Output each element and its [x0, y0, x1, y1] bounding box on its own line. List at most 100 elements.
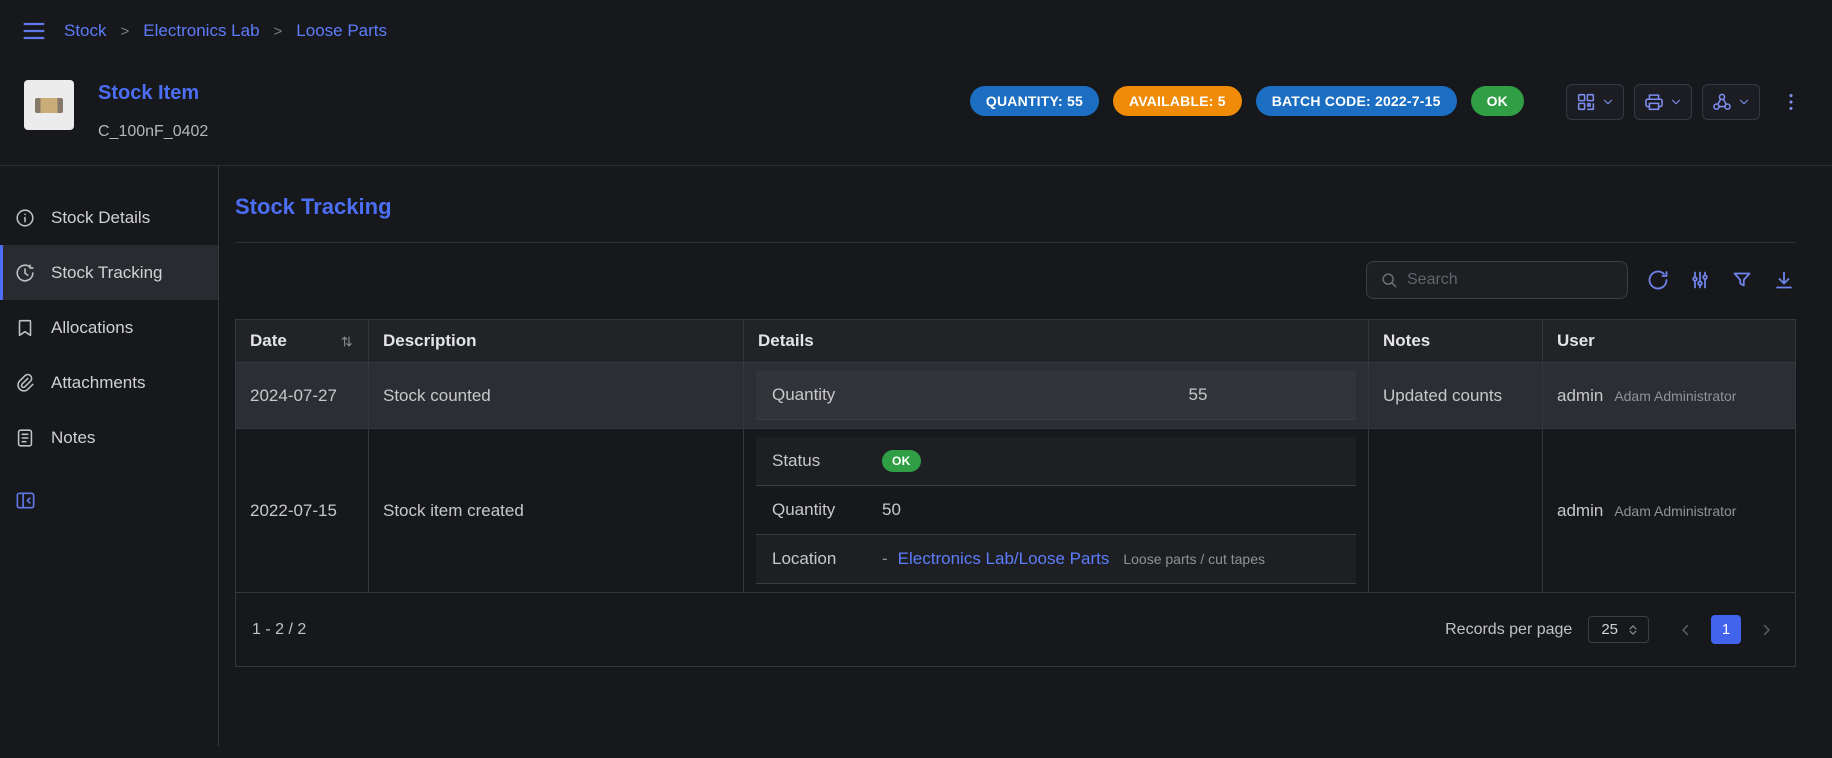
- available-badge: AVAILABLE: 5: [1113, 86, 1242, 116]
- main-panel: Stock Tracking: [219, 166, 1832, 746]
- table-row: 2024-07-27 Stock counted Quantity 55 Upd…: [236, 363, 1795, 429]
- bookmark-icon: [14, 317, 36, 339]
- chevron-down-icon: [1601, 95, 1615, 109]
- batch-code-badge: BATCH CODE: 2022-7-15: [1256, 86, 1457, 116]
- sidebar-item-label: Stock Tracking: [51, 263, 163, 283]
- breadcrumb-link-loose-parts[interactable]: Loose Parts: [296, 21, 387, 41]
- column-label: Description: [383, 331, 477, 351]
- search-input[interactable]: [1407, 271, 1615, 289]
- sidebar-collapse-button[interactable]: [0, 473, 218, 528]
- detail-row-quantity: Quantity 50: [756, 486, 1356, 535]
- stock-item-thumbnail[interactable]: [24, 80, 74, 130]
- table-footer: 1 - 2 / 2 Records per page 25 1: [236, 593, 1795, 666]
- detail-value: 50: [882, 500, 901, 520]
- column-label: Date: [250, 331, 287, 351]
- refresh-icon[interactable]: [1646, 268, 1670, 292]
- content: Stock Details Stock Tracking Allocations…: [0, 166, 1832, 746]
- next-page-icon[interactable]: [1753, 617, 1779, 643]
- location-link[interactable]: Electronics Lab/Loose Parts: [898, 549, 1110, 569]
- table-header-row: Date Description Details Notes User: [236, 320, 1795, 363]
- column-header-description[interactable]: Description: [369, 320, 744, 362]
- search-box: [1366, 261, 1628, 299]
- column-label: Notes: [1383, 331, 1430, 351]
- location-description: Loose parts / cut tapes: [1123, 551, 1265, 567]
- previous-page-icon[interactable]: [1673, 617, 1699, 643]
- page-header: Stock Item C_100nF_0402 QUANTITY: 55 AVA…: [0, 62, 1832, 166]
- page-title: Stock Item: [98, 82, 208, 105]
- panel-title: Stock Tracking: [235, 194, 1796, 220]
- barcode-actions-button[interactable]: [1566, 84, 1624, 120]
- records-per-page-label: Records per page: [1445, 621, 1572, 639]
- column-label: Details: [758, 331, 814, 351]
- cell-date: 2022-07-15: [236, 429, 369, 592]
- cell-user: admin Adam Administrator: [1543, 363, 1795, 428]
- detail-label: Status: [772, 451, 882, 471]
- page-number-button[interactable]: 1: [1711, 615, 1741, 644]
- details-subtable: Status OK Quantity 50 Location - Electro…: [756, 437, 1356, 584]
- topbar: Stock > Electronics Lab > Loose Parts: [0, 0, 1832, 62]
- notes-icon: [14, 427, 36, 449]
- record-range: 1 - 2 / 2: [252, 621, 306, 639]
- records-per-page-select[interactable]: 25: [1588, 616, 1649, 643]
- breadcrumb-separator: >: [274, 23, 283, 40]
- column-header-date[interactable]: Date: [236, 320, 369, 362]
- records-per-page-value: 25: [1601, 621, 1618, 638]
- sidebar-item-label: Notes: [51, 428, 95, 448]
- breadcrumb-separator: >: [121, 23, 130, 40]
- sort-arrows-icon: [339, 334, 354, 349]
- sidebar-item-stock-details[interactable]: Stock Details: [0, 190, 218, 245]
- status-ok-badge: OK: [1471, 86, 1524, 116]
- filter-icon[interactable]: [1730, 268, 1754, 292]
- location-prefix: -: [882, 549, 888, 569]
- table-row: 2022-07-15 Stock item created Status OK …: [236, 429, 1795, 593]
- column-header-details[interactable]: Details: [744, 320, 1369, 362]
- cell-details: Quantity 55: [744, 363, 1369, 428]
- printer-icon: [1643, 91, 1665, 113]
- detail-label: Quantity: [772, 385, 1056, 405]
- details-subtable: Quantity 55: [756, 371, 1356, 420]
- sidebar-item-allocations[interactable]: Allocations: [0, 300, 218, 355]
- table-toolbar: [235, 261, 1796, 299]
- chevron-down-icon: [1669, 95, 1683, 109]
- stock-tracking-table: Date Description Details Notes User: [235, 319, 1796, 667]
- breadcrumb-link-electronics-lab[interactable]: Electronics Lab: [143, 21, 259, 41]
- header-actions: [1566, 84, 1806, 120]
- chevron-down-icon: [1737, 95, 1751, 109]
- download-icon[interactable]: [1772, 268, 1796, 292]
- sidebar-item-label: Stock Details: [51, 208, 150, 228]
- status-ok-badge: OK: [882, 450, 921, 472]
- sidebar-item-stock-tracking[interactable]: Stock Tracking: [0, 245, 218, 300]
- sidebar: Stock Details Stock Tracking Allocations…: [0, 166, 219, 746]
- username: admin: [1557, 386, 1603, 406]
- detail-label: Quantity: [772, 500, 882, 520]
- print-actions-button[interactable]: [1634, 84, 1692, 120]
- quantity-badge: QUANTITY: 55: [970, 86, 1099, 116]
- stock-item-name: C_100nF_0402: [98, 123, 208, 141]
- search-icon: [1379, 270, 1399, 290]
- sidebar-item-label: Attachments: [51, 373, 146, 393]
- breadcrumb: Stock > Electronics Lab > Loose Parts: [64, 21, 387, 41]
- hamburger-menu-icon[interactable]: [20, 17, 48, 45]
- capacitor-image: [35, 98, 63, 113]
- column-header-user[interactable]: User: [1543, 320, 1795, 362]
- sidebar-item-notes[interactable]: Notes: [0, 410, 218, 465]
- cell-details: Status OK Quantity 50 Location - Electro…: [744, 429, 1369, 592]
- panel-divider: [235, 242, 1796, 243]
- column-label: User: [1557, 331, 1595, 351]
- sidebar-item-attachments[interactable]: Attachments: [0, 355, 218, 410]
- selector-icon: [1626, 623, 1640, 637]
- status-badges: QUANTITY: 55 AVAILABLE: 5 BATCH CODE: 20…: [970, 86, 1524, 116]
- detail-row-quantity: Quantity 55: [756, 371, 1356, 420]
- plugin-actions-button[interactable]: [1702, 84, 1760, 120]
- cell-notes: Updated counts: [1369, 363, 1543, 428]
- adjustments-icon[interactable]: [1688, 268, 1712, 292]
- sidebar-item-label: Allocations: [51, 318, 133, 338]
- cell-date: 2024-07-27: [236, 363, 369, 428]
- paperclip-icon: [14, 372, 36, 394]
- column-header-notes[interactable]: Notes: [1369, 320, 1543, 362]
- breadcrumb-link-stock[interactable]: Stock: [64, 21, 107, 41]
- info-circle-icon: [14, 207, 36, 229]
- more-options-icon[interactable]: [1776, 87, 1806, 117]
- username: admin: [1557, 501, 1603, 521]
- qr-code-icon: [1575, 91, 1597, 113]
